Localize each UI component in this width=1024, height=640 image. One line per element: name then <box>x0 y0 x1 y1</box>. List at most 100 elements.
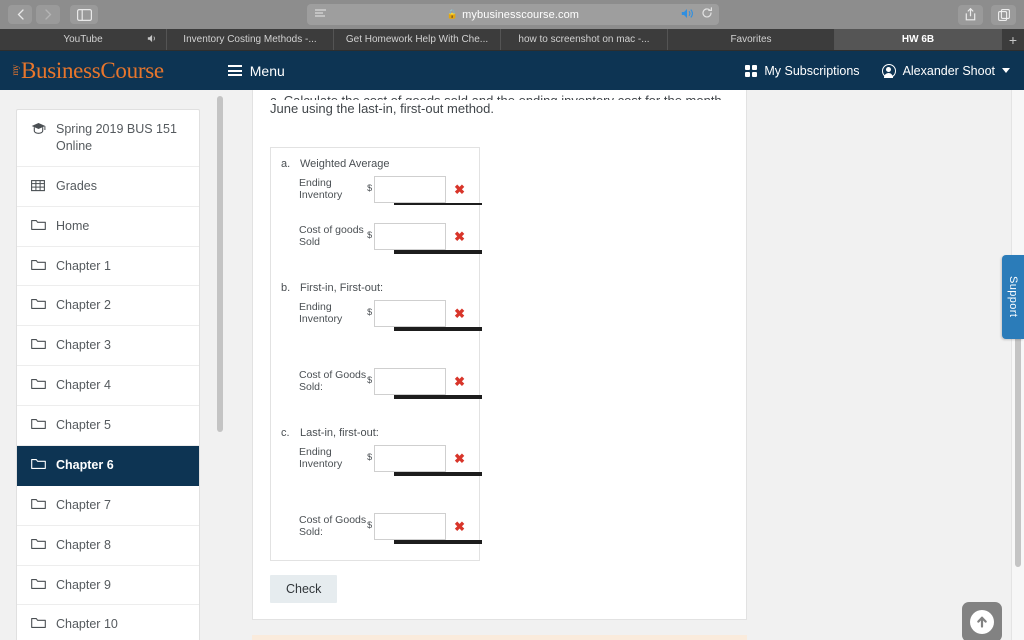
browser-tab-active[interactable]: HW 6B <box>835 29 1002 50</box>
sidebar-item-label: Chapter 1 <box>56 258 111 273</box>
currency-symbol: $ <box>367 451 373 462</box>
sidebar-item-home[interactable]: Home <box>17 207 199 247</box>
reload-icon[interactable] <box>701 7 713 22</box>
incorrect-mark-icon: ✖ <box>454 518 465 534</box>
sidebar-item-chapter-8[interactable]: Chapter 8 <box>17 526 199 566</box>
chevron-down-icon[interactable] <box>1002 68 1010 73</box>
folder-icon <box>31 219 46 234</box>
folder-icon <box>31 378 46 393</box>
share-button[interactable] <box>958 4 983 25</box>
user-menu[interactable]: Alexander Shoot <box>881 63 1010 78</box>
check-button[interactable]: Check <box>270 574 338 603</box>
sidebar-item-label: Chapter 2 <box>56 298 111 313</box>
menu-label: Menu <box>249 62 285 79</box>
part-letter: b. <box>281 281 291 294</box>
browser-tab[interactable]: YouTube <box>0 29 167 50</box>
answer-input-a-ending-inventory[interactable] <box>374 175 447 203</box>
currency-symbol: $ <box>367 374 373 385</box>
brand-prefix: my <box>10 65 20 76</box>
sidebar-item-chapter-4[interactable]: Chapter 4 <box>17 366 199 406</box>
field-input-wrap: $ <box>367 299 447 327</box>
sidebar-item-course[interactable]: Spring 2019 BUS 151 Online <box>17 110 199 167</box>
back-to-top-button[interactable] <box>962 602 1002 640</box>
menu-button[interactable]: Menu <box>227 62 285 79</box>
currency-symbol: $ <box>367 306 373 317</box>
answer-input-b-ending-inventory[interactable] <box>374 299 447 327</box>
reader-view-icon[interactable] <box>315 8 326 21</box>
currency-symbol: $ <box>367 519 373 530</box>
answer-part-heading: c. Last-in, first-out: <box>281 427 465 439</box>
tab-audio-icon[interactable] <box>147 34 158 45</box>
answer-entry-box: a. Weighted Average Ending Inventory $ ✖… <box>270 146 482 561</box>
browser-tab[interactable]: Get Homework Help With Che... <box>334 29 501 50</box>
answer-input-a-cogs[interactable] <box>374 222 447 250</box>
arrow-up-circle-icon <box>970 610 994 634</box>
tab-label: HW 6B <box>901 34 935 45</box>
folder-icon <box>31 458 46 473</box>
forward-button[interactable] <box>36 5 60 24</box>
user-avatar-icon <box>881 63 896 78</box>
browser-tab[interactable]: how to screenshot on mac -... <box>501 29 668 50</box>
part-letter: c. <box>281 426 290 439</box>
incorrect-mark-icon: ✖ <box>454 450 465 466</box>
field-input-wrap: $ <box>367 444 447 472</box>
sidebar-item-chapter-2[interactable]: Chapter 2 <box>17 286 199 327</box>
answer-field-row: Cost of Goods Sold: $ ✖ <box>299 367 465 395</box>
support-tab-button[interactable]: Support <box>1002 255 1024 339</box>
part-title: First-in, First-out: <box>300 281 384 294</box>
sidebar-item-label: Spring 2019 BUS 151 Online <box>56 122 177 153</box>
graduation-cap-icon <box>31 122 46 137</box>
sidebar-scrollbar[interactable] <box>217 96 223 432</box>
field-input-wrap: $ <box>367 367 447 395</box>
sidebar-item-label: Chapter 4 <box>56 378 111 393</box>
brand-logo[interactable]: my BusinessCourse <box>10 58 164 84</box>
question-card: c. Calculate the cost of goods sold and … <box>252 90 747 620</box>
browser-tab[interactable]: Inventory Costing Methods -... <box>167 29 334 50</box>
folder-icon <box>31 538 46 553</box>
tab-overview-button[interactable] <box>991 4 1016 25</box>
tab-label: Inventory Costing Methods -... <box>183 34 317 45</box>
folder-icon <box>31 338 46 353</box>
incorrect-mark-icon: ✖ <box>454 228 465 244</box>
answer-input-c-cogs[interactable] <box>374 512 447 540</box>
sidebar-item-chapter-5[interactable]: Chapter 5 <box>17 406 199 446</box>
sidebar-item-label: Chapter 10 <box>56 617 118 632</box>
grid-icon <box>745 64 758 77</box>
new-tab-button[interactable]: + <box>1002 29 1024 50</box>
browser-tab[interactable]: Favorites <box>668 29 835 50</box>
incorrect-mark-icon: ✖ <box>454 373 465 389</box>
my-subscriptions-label: My Subscriptions <box>764 63 860 78</box>
answer-input-c-ending-inventory[interactable] <box>374 444 447 472</box>
copy-tabs-icon <box>997 8 1010 21</box>
folder-icon <box>31 418 46 433</box>
folder-icon <box>31 298 46 313</box>
address-bar[interactable]: 🔒 mybusinesscourse.com <box>307 4 719 25</box>
sidebar-item-label: Grades <box>56 178 97 193</box>
answer-field-row: Ending Inventory $ ✖ <box>299 299 465 327</box>
field-input-wrap: $ <box>367 175 447 203</box>
answer-input-b-cogs[interactable] <box>374 367 447 395</box>
sidebar-item-grades[interactable]: Grades <box>17 167 199 207</box>
tab-label: Get Homework Help With Che... <box>345 34 489 45</box>
tab-label: how to screenshot on mac -... <box>518 34 650 45</box>
sidebar-item-chapter-10[interactable]: Chapter 10 <box>17 605 199 640</box>
sidebar-item-label: Chapter 7 <box>56 497 111 512</box>
part-title: Weighted Average <box>300 157 390 170</box>
sidebar-toggle-button[interactable] <box>70 5 98 24</box>
sidebar-item-chapter-6[interactable]: Chapter 6 <box>17 445 199 486</box>
incorrect-mark-icon: ✖ <box>454 305 465 321</box>
back-button[interactable] <box>8 5 32 24</box>
sidebar-item-chapter-9[interactable]: Chapter 9 <box>17 566 199 606</box>
address-bar-actions <box>681 7 713 22</box>
my-subscriptions-link[interactable]: My Subscriptions <box>745 63 860 78</box>
answer-part-heading: a. Weighted Average <box>281 158 465 170</box>
field-label: Ending Inventory <box>299 301 343 326</box>
field-label: Cost of goods Sold <box>299 224 364 249</box>
navigation-buttons <box>8 5 60 24</box>
main-content: c. Calculate the cost of goods sold and … <box>232 90 1024 640</box>
sidebar-item-chapter-3[interactable]: Chapter 3 <box>17 326 199 367</box>
sidebar-item-chapter-7[interactable]: Chapter 7 <box>17 486 199 526</box>
double-rule <box>394 539 482 544</box>
audio-playing-icon[interactable] <box>681 8 694 22</box>
sidebar-item-chapter-1[interactable]: Chapter 1 <box>17 247 199 287</box>
